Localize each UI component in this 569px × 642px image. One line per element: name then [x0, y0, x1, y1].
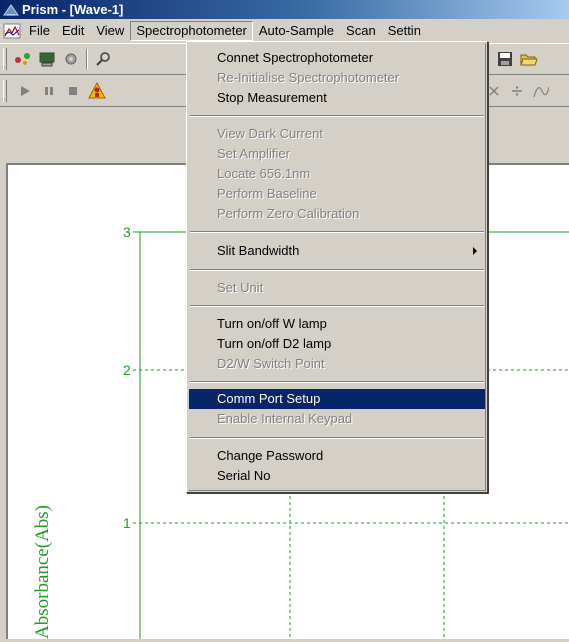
menu-item-view-dark-current[interactable]: View Dark Current [189, 124, 485, 144]
toolbar-grip[interactable] [3, 48, 7, 70]
title-bar: Prism - [Wave-1] [0, 0, 569, 19]
document-chart-icon[interactable] [3, 23, 21, 39]
prism-app-icon [3, 3, 19, 15]
menu-edit[interactable]: Edit [56, 21, 90, 41]
curve-icon[interactable] [530, 80, 552, 102]
toolbar-grip[interactable] [3, 80, 7, 102]
open-folder-icon[interactable] [518, 48, 540, 70]
menu-item-change-password[interactable]: Change Password [189, 446, 485, 466]
menu-item-d2w-switch-point[interactable]: D2/W Switch Point [189, 354, 485, 374]
ytick-label: 3 [123, 224, 131, 240]
menu-separator [190, 115, 484, 117]
menu-item-serial-no[interactable]: Serial No [189, 466, 485, 486]
menu-item-comm-port-setup[interactable]: Comm Port Setup [189, 389, 485, 409]
menu-view[interactable]: View [90, 21, 130, 41]
connect-icon[interactable] [12, 48, 34, 70]
menu-separator [190, 437, 484, 439]
menu-item-stop-measurement[interactable]: Stop Measurement [189, 88, 485, 108]
menu-item-perform-baseline[interactable]: Perform Baseline [189, 184, 485, 204]
menu-item-set-amplifier[interactable]: Set Amplifier [189, 144, 485, 164]
menu-item-perform-zero-calibration[interactable]: Perform Zero Calibration [189, 204, 485, 224]
menu-settings[interactable]: Settin [382, 21, 427, 41]
menu-separator [190, 269, 484, 271]
pause-icon[interactable] [38, 80, 60, 102]
menu-separator [190, 305, 484, 307]
submenu-arrow-icon [473, 247, 477, 255]
computer-icon[interactable] [36, 48, 58, 70]
stop-icon[interactable] [62, 80, 84, 102]
y-axis-label: Absorbance(Abs) [32, 505, 53, 639]
ytick-label: 2 [123, 362, 131, 378]
magnifier-icon[interactable] [92, 48, 114, 70]
play-icon[interactable] [14, 80, 36, 102]
menu-item-label: Slit Bandwidth [217, 243, 300, 258]
toolbar-separator [86, 49, 88, 69]
divide-icon[interactable] [506, 80, 528, 102]
menu-item-reinitialise-spectrophotometer[interactable]: Re-Initialise Spectrophotometer [189, 68, 485, 88]
menu-item-slit-bandwidth[interactable]: Slit Bandwidth [189, 241, 485, 261]
menu-file[interactable]: File [23, 21, 56, 41]
window-title: Prism - [Wave-1] [22, 2, 124, 17]
warning-person-icon[interactable] [86, 80, 108, 102]
menu-spectrophotometer[interactable]: Spectrophotometer [130, 21, 253, 41]
ytick-label: 1 [123, 515, 131, 531]
menu-item-connect-spectrophotometer[interactable]: Connet Spectrophotometer [189, 48, 485, 68]
menu-item-turn-d2-lamp[interactable]: Turn on/off D2 lamp [189, 334, 485, 354]
spectrophotometer-menu: Connet Spectrophotometer Re-Initialise S… [186, 41, 488, 493]
menu-item-enable-internal-keypad[interactable]: Enable Internal Keypad [189, 409, 485, 429]
save-icon[interactable] [494, 48, 516, 70]
menu-item-turn-w-lamp[interactable]: Turn on/off W lamp [189, 314, 485, 334]
menu-item-set-unit[interactable]: Set Unit [189, 278, 485, 298]
menu-auto-sample[interactable]: Auto-Sample [253, 21, 340, 41]
menu-separator [190, 231, 484, 233]
settings-gear-icon[interactable] [60, 48, 82, 70]
menu-item-locate-656nm[interactable]: Locate 656.1nm [189, 164, 485, 184]
menu-scan[interactable]: Scan [340, 21, 382, 41]
menu-separator [190, 381, 484, 383]
